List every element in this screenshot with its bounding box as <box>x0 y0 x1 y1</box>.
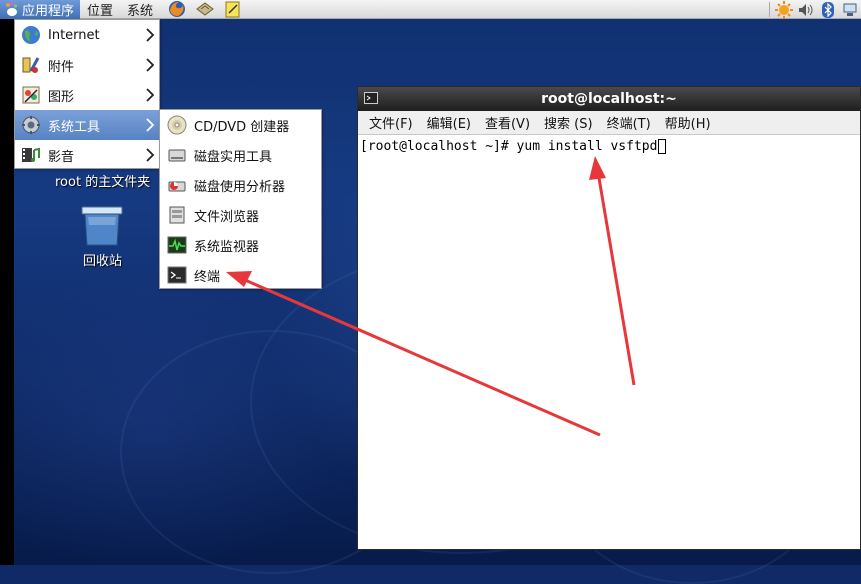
menu-item-internet[interactable]: Internet <box>15 20 159 50</box>
mail-launcher[interactable] <box>194 0 216 19</box>
bluetooth-icon <box>822 1 834 18</box>
applications-menu-button[interactable]: 应用程序 <box>0 0 81 19</box>
menu-file[interactable]: 文件(F) <box>362 113 420 132</box>
text-cursor <box>658 139 667 154</box>
speaker-icon <box>799 3 813 16</box>
globe-icon <box>20 24 42 46</box>
menu-item-label: 影音 <box>48 149 75 165</box>
menu-item-graphics[interactable]: 图形 <box>15 80 159 110</box>
trash-icon[interactable] <box>80 205 124 247</box>
menu-view[interactable]: 查看(V) <box>478 113 537 132</box>
home-folder-label[interactable]: root 的主文件夹 <box>55 171 150 190</box>
menu-item-label: 系统工具 <box>48 119 101 135</box>
shell-command: yum install vsftpd <box>516 139 658 154</box>
text-editor-launcher[interactable] <box>222 0 244 19</box>
watermark-main: Baidu经验 <box>660 495 813 528</box>
disk-utility-icon <box>166 144 188 166</box>
submenu-item-cd-creator[interactable]: CD/DVD 创建器 <box>160 110 321 140</box>
terminal-title: root@localhost:~ <box>541 91 677 107</box>
submenu-item-label: CD/DVD 创建器 <box>194 119 290 135</box>
menu-terminal[interactable]: 终端(T) <box>600 113 658 132</box>
terminal-menubar: 文件(F) 编辑(E) 查看(V) 搜索 (S) 终端(T) 帮助(H) <box>358 111 860 135</box>
multimedia-icon <box>20 144 42 166</box>
notepad-icon <box>225 1 240 17</box>
applications-menu: Internet 附件 图形 系统工具 影音 <box>14 19 160 169</box>
menu-item-multimedia[interactable]: 影音 <box>15 140 159 170</box>
terminal-window: root@localhost:~ 文件(F) 编辑(E) 查看(V) 搜索 (S… <box>357 86 861 550</box>
submenu-item-label: 磁盘实用工具 <box>194 149 273 165</box>
menu-search[interactable]: 搜索 (S) <box>537 113 600 132</box>
bluetooth-applet[interactable] <box>817 0 839 19</box>
submenu-item-file-browser[interactable]: 文件浏览器 <box>160 200 321 230</box>
shell-prompt: [root@localhost ~]# <box>360 139 517 154</box>
tray-separator <box>769 2 770 17</box>
system-tray <box>766 0 861 19</box>
menu-help[interactable]: 帮助(H) <box>658 113 718 132</box>
firefox-icon <box>169 1 186 17</box>
mail-icon <box>196 2 214 16</box>
trash-label[interactable]: 回收站 <box>83 250 122 269</box>
menu-item-label: Internet <box>48 27 100 43</box>
left-edge-strip <box>0 19 14 565</box>
menu-item-label: 附件 <box>48 59 75 75</box>
graphics-icon <box>20 84 42 106</box>
submenu-item-disk-utility[interactable]: 磁盘实用工具 <box>160 140 321 170</box>
gnome-foot-icon <box>6 1 18 16</box>
submenu-item-label: 终端 <box>194 269 221 285</box>
places-menu-button[interactable]: 位置 <box>80 0 120 19</box>
terminal-icon <box>166 264 188 286</box>
terminal-window-icon <box>364 92 378 104</box>
submenu-item-disk-analyzer[interactable]: 磁盘使用分析器 <box>160 170 321 200</box>
system-tools-icon <box>20 114 42 136</box>
sun-icon <box>775 0 793 19</box>
chevron-right-icon <box>146 118 155 132</box>
firefox-launcher[interactable] <box>166 0 188 19</box>
network-icon <box>843 3 857 16</box>
submenu-item-label: 系统监视器 <box>194 239 260 255</box>
submenu-item-system-monitor[interactable]: 系统监视器 <box>160 230 321 260</box>
chevron-right-icon <box>146 28 155 42</box>
terminal-output[interactable]: [root@localhost ~]# yum install vsftpd <box>358 135 860 158</box>
update-notifier[interactable] <box>773 0 795 19</box>
cd-icon <box>166 114 188 136</box>
menu-item-label: 图形 <box>48 89 75 105</box>
volume-control[interactable] <box>795 0 817 19</box>
menu-item-accessories[interactable]: 附件 <box>15 50 159 80</box>
disk-analyzer-icon <box>166 174 188 196</box>
system-menu-button[interactable]: 系统 <box>120 0 160 19</box>
menu-item-system-tools[interactable]: 系统工具 <box>15 110 159 140</box>
top-panel: 应用程序 位置 系统 <box>0 0 861 19</box>
chevron-right-icon <box>146 58 155 72</box>
system-monitor-icon <box>166 234 188 256</box>
submenu-item-label: 文件浏览器 <box>194 209 260 225</box>
accessories-icon <box>20 54 42 76</box>
network-applet[interactable] <box>839 0 861 19</box>
applications-label: 应用程序 <box>22 3 75 19</box>
file-browser-icon <box>166 204 188 226</box>
menu-edit[interactable]: 编辑(E) <box>420 113 478 132</box>
submenu-item-terminal[interactable]: 终端 <box>160 260 321 290</box>
submenu-item-label: 磁盘使用分析器 <box>194 179 286 195</box>
chevron-right-icon <box>146 148 155 162</box>
chevron-right-icon <box>146 88 155 102</box>
baidu-watermark: Baidu经验 jingyan.baidu.com <box>660 490 813 539</box>
system-tools-submenu: CD/DVD 创建器 磁盘实用工具 磁盘使用分析器 文件浏览器 系统监视器 终端 <box>159 109 322 289</box>
terminal-titlebar[interactable]: root@localhost:~ <box>358 87 860 111</box>
